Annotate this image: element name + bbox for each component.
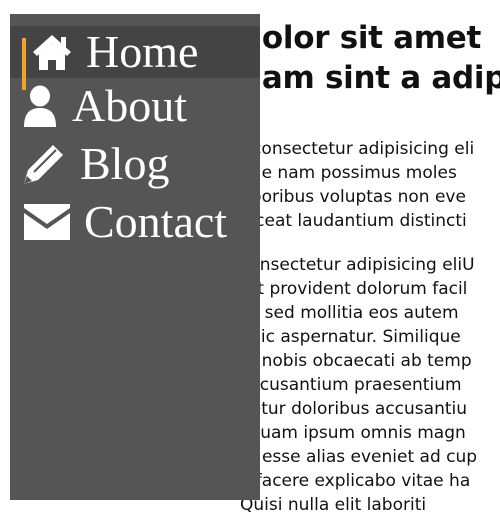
paragraph-1-line-2: que nam possimus moles — [240, 163, 457, 183]
paragraph-2-line-5: d, nobis obcaecati ab temp — [240, 351, 472, 371]
paragraph-2-line-10: o facere explicabo vitae ha — [240, 471, 471, 491]
paragraph-2-line-7: netur doloribus accusantiu — [240, 399, 468, 419]
paragraph-2-line-8: liquam ipsum omnis magn — [240, 423, 466, 443]
paragraph-2-line-2: rat provident dolorum facil — [240, 279, 468, 299]
sidebar-item-blog[interactable]: Blog — [10, 138, 260, 190]
paragraph-2-line-6: accusantium praesentium — [240, 375, 462, 395]
paragraph-2-line-9: m esse alias eveniet ad cup — [240, 447, 478, 467]
paragraph-1-line-3: nporibus voluptas non eve — [240, 187, 466, 207]
sidebar-item-label: Home — [86, 26, 199, 77]
sidebar-item-label: Blog — [80, 138, 170, 189]
sidebar-item-about[interactable]: About — [10, 80, 260, 132]
paragraph-1-line-1: t consectetur adipisicing eli — [240, 139, 475, 159]
home-icon — [30, 32, 74, 72]
sidebar-item-label: About — [72, 80, 187, 131]
sidebar-item-home[interactable]: Home — [10, 26, 260, 90]
page-heading-line-1: dolor sit amet — [240, 20, 482, 56]
paragraph-2-line-3: sa sed mollitia eos autem — [240, 303, 459, 323]
sidebar-item-label: Contact — [84, 196, 228, 247]
pencil-icon — [22, 142, 66, 186]
paragraph-1-line-4: laceat laudantium distincti — [240, 211, 467, 231]
paragraph-2-line-1: consectetur adipisicing eliU — [240, 255, 475, 275]
page-heading-line-2: dam sint a adip — [240, 60, 500, 96]
user-icon — [22, 85, 58, 127]
sidebar-item-contact[interactable]: Contact — [10, 196, 260, 248]
sidebar-nav: Home About Blog Contact — [10, 14, 260, 500]
paragraph-2-line-11: Quisi nulla elit laboriti — [240, 495, 427, 515]
envelope-icon — [22, 202, 72, 242]
paragraph-2-line-4: l hic aspernatur. Similique — [240, 327, 461, 347]
